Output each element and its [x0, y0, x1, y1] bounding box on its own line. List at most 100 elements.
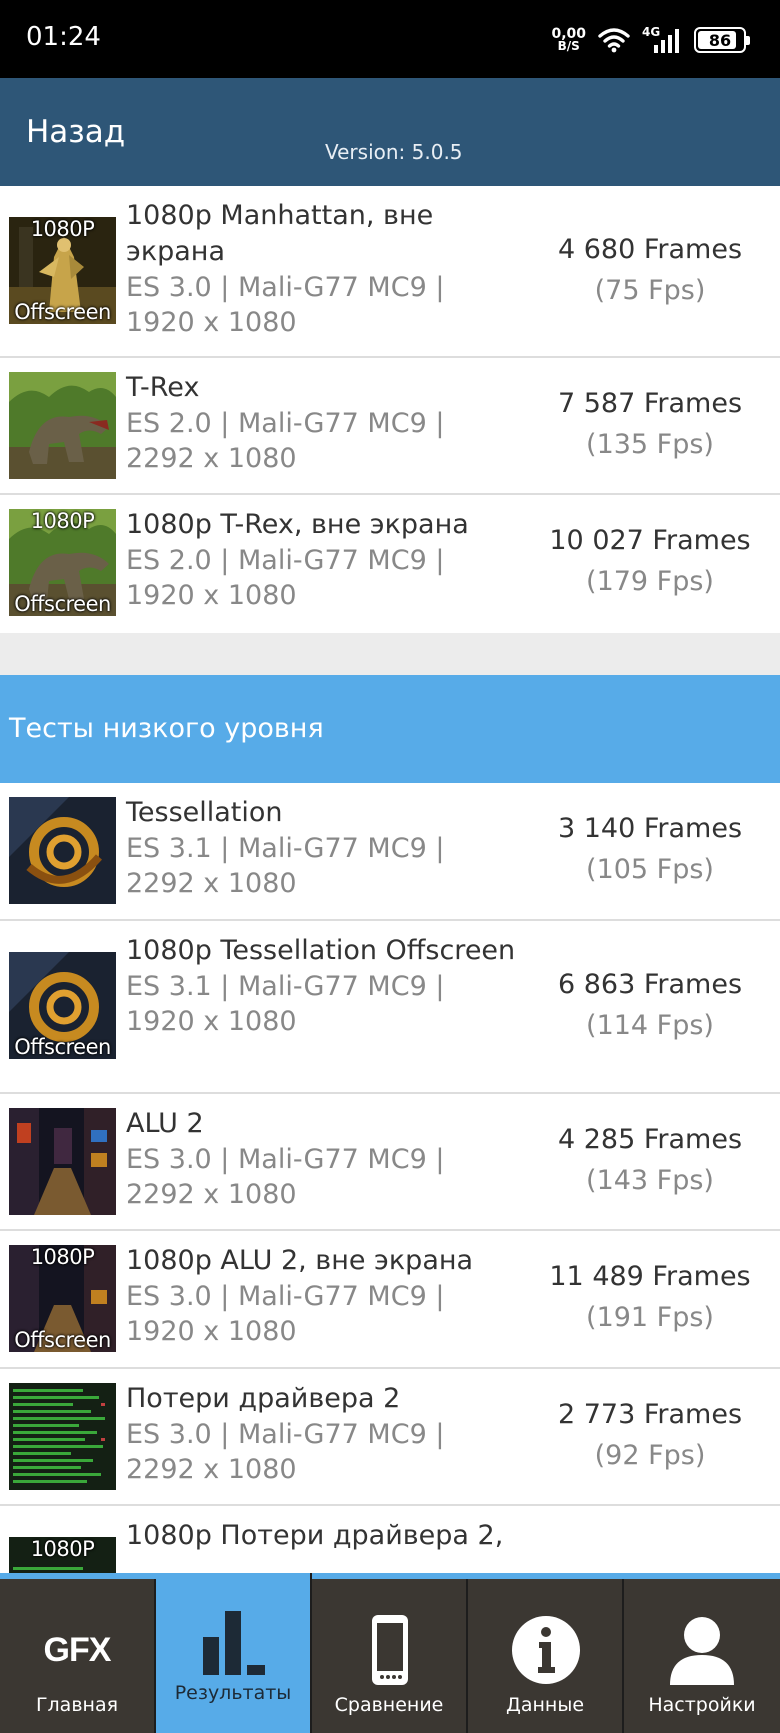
test-title: Tessellation: [126, 797, 283, 828]
test-info: Потери драйвера 2 ES 3.0 | Mali-G77 MC9 …: [126, 1381, 526, 1487]
test-fps: (179 Fps): [586, 566, 714, 597]
test-fps: (114 Fps): [586, 1010, 714, 1041]
test-frames: 11 489 Frames: [549, 1261, 751, 1292]
trex-thumbnail: [9, 372, 116, 479]
test-api: ES 3.1 | Mali-G77 MC9 |: [126, 971, 445, 1002]
test-title: 1080p Tessellation Offscreen: [126, 935, 516, 966]
nav-label: Главная: [35, 1694, 119, 1716]
result-row[interactable]: 1080P 1080p Потери драйвера 2,: [0, 1506, 780, 1573]
badge-1080p: 1080P: [30, 1537, 95, 1561]
badge-1080p: 1080P: [30, 1245, 95, 1269]
test-score: 2 773 Frames (92 Fps): [520, 1395, 780, 1477]
result-row[interactable]: 1080P Offscreen 1080p T-Rex, вне экрана …: [0, 495, 780, 633]
nav-label: Результаты: [174, 1682, 292, 1704]
back-button[interactable]: Назад: [26, 114, 125, 150]
info-icon: [512, 1616, 580, 1684]
trex-offscreen-thumbnail: 1080P Offscreen: [9, 509, 116, 616]
gfx-logo-icon: GFX: [43, 1631, 112, 1669]
nav-data[interactable]: Данные: [468, 1579, 624, 1733]
results-list[interactable]: 1080P Offscreen 1080p Manhattan, вне экр…: [0, 186, 780, 1573]
test-resolution: 1920 x 1080: [126, 580, 297, 611]
phone-icon: [372, 1615, 408, 1685]
result-row[interactable]: Потери драйвера 2 ES 3.0 | Mali-G77 MC9 …: [0, 1369, 780, 1506]
test-title: T-Rex: [126, 372, 200, 403]
section-gap: [0, 633, 780, 675]
result-row[interactable]: Offscreen 1080p Tessellation Offscreen E…: [0, 921, 780, 1094]
badge-1080p: 1080P: [30, 509, 95, 533]
test-title: 1080p Потери драйвера 2,: [126, 1520, 504, 1551]
test-info: Tessellation ES 3.1 | Mali-G77 MC9 | 229…: [126, 795, 526, 901]
status-icons: 0,00 B/S 4G 86: [551, 22, 750, 58]
manhattan-thumbnail: 1080P Offscreen: [9, 217, 116, 324]
alu2-thumbnail: [9, 1108, 116, 1215]
test-info: ALU 2 ES 3.0 | Mali-G77 MC9 | 2292 x 108…: [126, 1106, 526, 1212]
test-title: 1080p Manhattan, вне экрана: [126, 200, 434, 267]
test-api: ES 3.1 | Mali-G77 MC9 |: [126, 833, 445, 864]
test-fps: (143 Fps): [586, 1165, 714, 1196]
badge-1080p: 1080P: [30, 217, 95, 241]
test-api: ES 2.0 | Mali-G77 MC9 |: [126, 545, 445, 576]
result-row[interactable]: Tessellation ES 3.1 | Mali-G77 MC9 | 229…: [0, 783, 780, 921]
test-resolution: 1920 x 1080: [126, 307, 297, 338]
nav-results[interactable]: Результаты: [156, 1573, 312, 1733]
signal-bars-icon: [654, 29, 679, 53]
test-frames: 7 587 Frames: [557, 388, 743, 419]
net-speed: 0,00 B/S: [551, 27, 586, 53]
result-row[interactable]: 1080P Offscreen 1080p Manhattan, вне экр…: [0, 186, 780, 358]
result-row[interactable]: T-Rex ES 2.0 | Mali-G77 MC9 | 2292 x 108…: [0, 358, 780, 495]
test-info: T-Rex ES 2.0 | Mali-G77 MC9 | 2292 x 108…: [126, 370, 526, 476]
test-fps: (92 Fps): [594, 1440, 706, 1471]
test-api: ES 3.0 | Mali-G77 MC9 |: [126, 272, 445, 303]
badge-offscreen: Offscreen: [14, 592, 111, 616]
test-info: 1080p ALU 2, вне экрана ES 3.0 | Mali-G7…: [126, 1243, 526, 1349]
test-score: 10 027 Frames (179 Fps): [520, 521, 780, 603]
test-score: 7 587 Frames (135 Fps): [520, 384, 780, 466]
test-frames: 3 140 Frames: [557, 813, 743, 844]
test-info: 1080p Tessellation Offscreen ES 3.1 | Ma…: [126, 933, 526, 1039]
test-api: ES 3.0 | Mali-G77 MC9 |: [126, 1419, 445, 1450]
test-title: ALU 2: [126, 1108, 204, 1139]
signal-icon: 4G: [642, 26, 682, 54]
test-fps: (75 Fps): [594, 275, 706, 306]
test-info: 1080p Потери драйвера 2,: [126, 1518, 526, 1554]
test-resolution: 1920 x 1080: [126, 1316, 297, 1347]
test-title: Потери драйвера 2: [126, 1383, 401, 1414]
test-title: 1080p T-Rex, вне экрана: [126, 509, 469, 540]
result-row[interactable]: 1080P Offscreen 1080p ALU 2, вне экрана …: [0, 1231, 780, 1369]
test-api: ES 3.0 | Mali-G77 MC9 |: [126, 1281, 445, 1312]
bottom-nav: GFX Главная Результаты Сравнение Данные: [0, 1573, 780, 1733]
badge-offscreen: Offscreen: [14, 1328, 111, 1352]
test-fps: (135 Fps): [586, 429, 714, 460]
nav-settings[interactable]: Настройки: [624, 1579, 780, 1733]
test-api: ES 2.0 | Mali-G77 MC9 |: [126, 408, 445, 439]
result-row[interactable]: ALU 2 ES 3.0 | Mali-G77 MC9 | 2292 x 108…: [0, 1094, 780, 1231]
tessellation-thumbnail: [9, 797, 116, 904]
user-icon: [670, 1617, 734, 1685]
test-score: 6 863 Frames (114 Fps): [520, 965, 780, 1047]
version-label: Version: 5.0.5: [325, 140, 463, 164]
status-time: 01:24: [26, 22, 101, 52]
app-header: Назад Version: 5.0.5: [0, 78, 780, 186]
test-info: 1080p T-Rex, вне экрана ES 2.0 | Mali-G7…: [126, 507, 526, 613]
status-bar: 01:24 0,00 B/S 4G 86: [0, 0, 780, 78]
test-title: 1080p ALU 2, вне экрана: [126, 1245, 474, 1276]
test-fps: (105 Fps): [586, 854, 714, 885]
nav-compare[interactable]: Сравнение: [312, 1579, 468, 1733]
test-frames: 4 285 Frames: [557, 1124, 743, 1155]
alu2-offscreen-thumbnail: 1080P Offscreen: [9, 1245, 116, 1352]
test-score: 4 680 Frames (75 Fps): [520, 230, 780, 312]
test-score: 3 140 Frames (105 Fps): [520, 809, 780, 891]
test-score: 4 285 Frames (143 Fps): [520, 1120, 780, 1202]
wifi-icon: [598, 28, 630, 53]
driver-overhead-thumbnail: [9, 1383, 116, 1490]
badge-offscreen: Offscreen: [14, 300, 111, 324]
test-resolution: 1920 x 1080: [126, 1006, 297, 1037]
test-frames: 4 680 Frames: [557, 234, 743, 265]
net-speed-unit: B/S: [557, 39, 580, 53]
test-resolution: 2292 x 1080: [126, 1454, 297, 1485]
nav-label: Данные: [505, 1694, 585, 1716]
tessellation-offscreen-thumbnail: Offscreen: [9, 952, 116, 1059]
bar-chart-icon: [203, 1611, 265, 1675]
nav-home[interactable]: GFX Главная: [0, 1579, 156, 1733]
test-resolution: 2292 x 1080: [126, 443, 297, 474]
